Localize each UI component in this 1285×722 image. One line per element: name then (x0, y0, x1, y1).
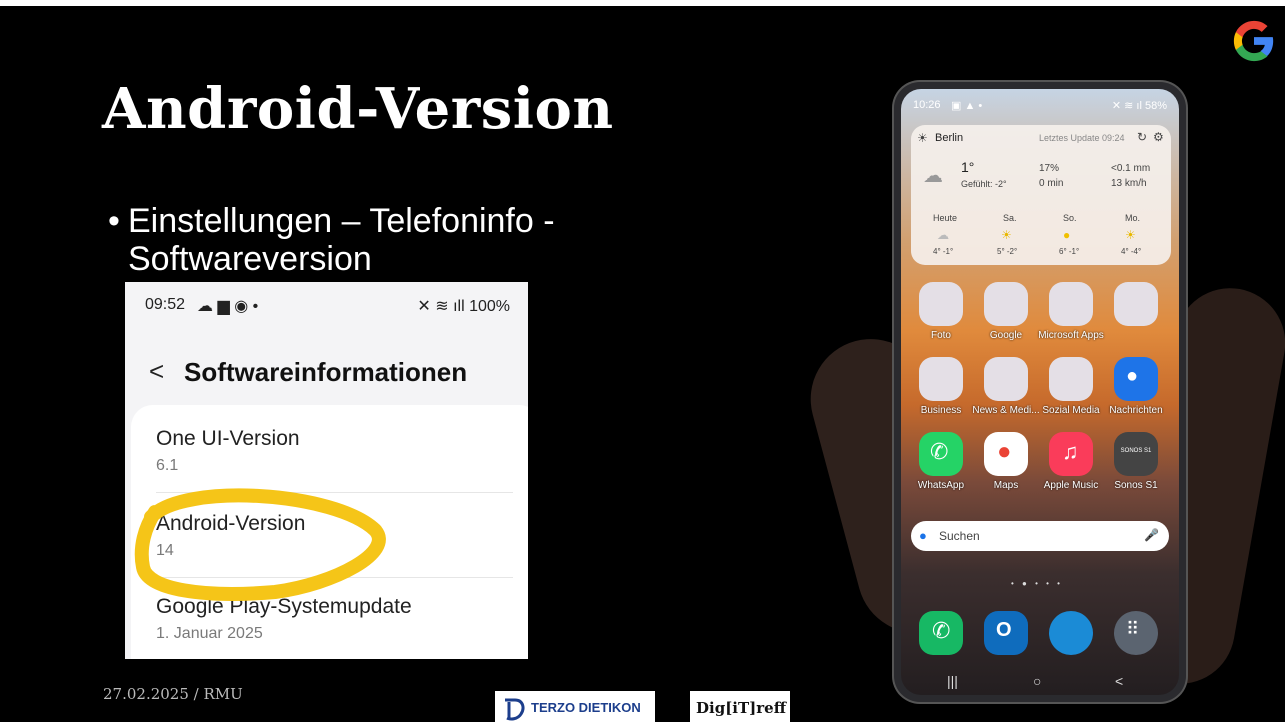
phone-status-time: 10:26 (913, 99, 941, 111)
terzo-logo-text: TERZO DIETIKON (531, 700, 641, 715)
signal-icons: ✕ ≋ ıll (417, 298, 470, 315)
app-label: Maps (993, 480, 1019, 491)
weather-updated: Letztes Update 09:24 (1039, 133, 1125, 143)
bullet-text: Einstellungen – Telefoninfo - Softwareve… (128, 202, 555, 278)
maps-icon[interactable]: ● (984, 432, 1028, 476)
gear-icon[interactable]: ⚙ (1153, 130, 1164, 144)
list-item-value: 1. Januar 2025 (156, 625, 263, 642)
forecast-day: Sa. (1003, 213, 1017, 223)
page-title: Softwareinformationen (184, 357, 468, 387)
weather-wind: 13 km/h (1111, 178, 1147, 189)
microphone-icon[interactable]: 🎤 (1144, 528, 1159, 542)
cloud-icon: ☁ (923, 165, 943, 187)
forecast-range: 4° -4° (1121, 247, 1142, 256)
app-label: News & Medi... (972, 405, 1040, 416)
app-label: Sonos S1 (1114, 480, 1158, 491)
digitreff-logo: Dig[iT]reff (690, 691, 790, 722)
slide: Android-Version • Einstellungen – Telefo… (0, 6, 1285, 722)
search-bar[interactable]: ● Suchen 🎤 (911, 521, 1169, 551)
status-time: 09:52 (145, 296, 186, 313)
home-button[interactable]: ○ (1033, 673, 1041, 689)
weather-humidity: 17% (1039, 163, 1060, 174)
folder-microsoft-icon[interactable] (1049, 282, 1093, 326)
folder-google-icon[interactable] (984, 282, 1028, 326)
page-indicator: • ● • • • (1011, 579, 1063, 588)
weather-city: Berlin (935, 132, 964, 144)
app-label: Business (920, 405, 962, 416)
forecast-range: 4° -1° (933, 247, 954, 256)
forecast-day: So. (1063, 213, 1077, 223)
weather-duration: 0 min (1039, 178, 1064, 189)
folder-misc-icon[interactable] (1114, 282, 1158, 326)
refresh-icon[interactable]: ↻ (1137, 130, 1147, 144)
search-placeholder: Suchen (939, 529, 980, 543)
phone-status-icons: ▣ ▲ • (951, 100, 983, 112)
phone-status-right: ✕ ≋ ıl 58% (1111, 100, 1167, 112)
sonos-icon[interactable]: SONOS S1 (1114, 432, 1158, 476)
edge-search-icon: ● (919, 528, 927, 543)
status-icons: ☁ ▆ ◉ • (197, 298, 259, 315)
weather-feels: Gefühlt: -2° (961, 179, 1007, 189)
forecast-day: Mo. (1125, 213, 1141, 223)
back-button[interactable]: < (1115, 673, 1123, 689)
weather-temp: 1° (961, 159, 975, 175)
bullet-dot: • (108, 202, 120, 240)
back-chevron-icon[interactable]: < (149, 356, 164, 387)
weather-widget[interactable]: ☀ Berlin Letztes Update 09:24 ↻ ⚙ ☁ 1° G… (911, 125, 1171, 265)
list-item-label[interactable]: One UI-Version (156, 427, 300, 451)
settings-screenshot: 09:52 ☁ ▆ ◉ • ✕ ≋ ıll 100% < Softwareinf… (125, 282, 528, 659)
forecast-range: 6° -1° (1059, 247, 1080, 256)
phone-screen: 10:26 ▣ ▲ • ✕ ≋ ıl 58% ☀ Berlin Letztes … (901, 89, 1179, 695)
folder-social-icon[interactable] (1049, 357, 1093, 401)
app-label: WhatsApp (917, 480, 965, 491)
app-label: Microsoft Apps (1038, 330, 1104, 341)
forecast-day: Heute (933, 213, 958, 223)
status-battery: ✕ ≋ ıll 100% (417, 298, 510, 315)
folder-business-icon[interactable] (919, 357, 963, 401)
phone-frame: 10:26 ▣ ▲ • ✕ ≋ ıl 58% ☀ Berlin Letztes … (894, 82, 1186, 702)
app-label: Apple Music (1043, 480, 1099, 491)
terzo-logo: TERZO DIETIKON (495, 691, 655, 722)
forecast-range: 5° -2° (997, 247, 1018, 256)
folder-news-icon[interactable] (984, 357, 1028, 401)
sun-icon: ☀ (1001, 228, 1012, 242)
signal-icons: ✕ ≋ ıl (1111, 100, 1145, 112)
whatsapp-icon[interactable]: ✆ (919, 432, 963, 476)
recents-button[interactable]: ||| (947, 673, 958, 689)
app-label: Sozial Media (1042, 405, 1100, 416)
sun-icon: ☀ (1125, 228, 1136, 242)
app-label: Foto (930, 330, 951, 341)
footer-date: 27.02.2025 / RMU (103, 685, 243, 703)
outlook-icon[interactable]: O (984, 611, 1028, 655)
folder-foto-icon[interactable] (919, 282, 963, 326)
messages-icon[interactable]: ● (1114, 357, 1158, 401)
weather-rain: <0.1 mm (1111, 163, 1151, 174)
weather-sun-icon: ☀ (917, 131, 928, 145)
apple-music-icon[interactable]: ♫ (1049, 432, 1093, 476)
highlight-circle (134, 488, 386, 601)
sun-icon: ● (1063, 228, 1071, 242)
slide-title: Android-Version (102, 76, 614, 142)
google-logo-icon (1233, 20, 1274, 62)
digitreff-logo-text: Dig[iT]reff (696, 699, 787, 717)
app-drawer-icon[interactable]: ⠿ (1114, 611, 1158, 655)
edge-icon[interactable] (1049, 611, 1093, 655)
terzo-logo-icon (505, 698, 525, 721)
app-label: Nachrichten (1109, 405, 1163, 416)
phone-app-icon[interactable]: ✆ (919, 611, 963, 655)
cloud-icon: ☁ (937, 228, 949, 242)
app-label: Google (989, 330, 1023, 341)
